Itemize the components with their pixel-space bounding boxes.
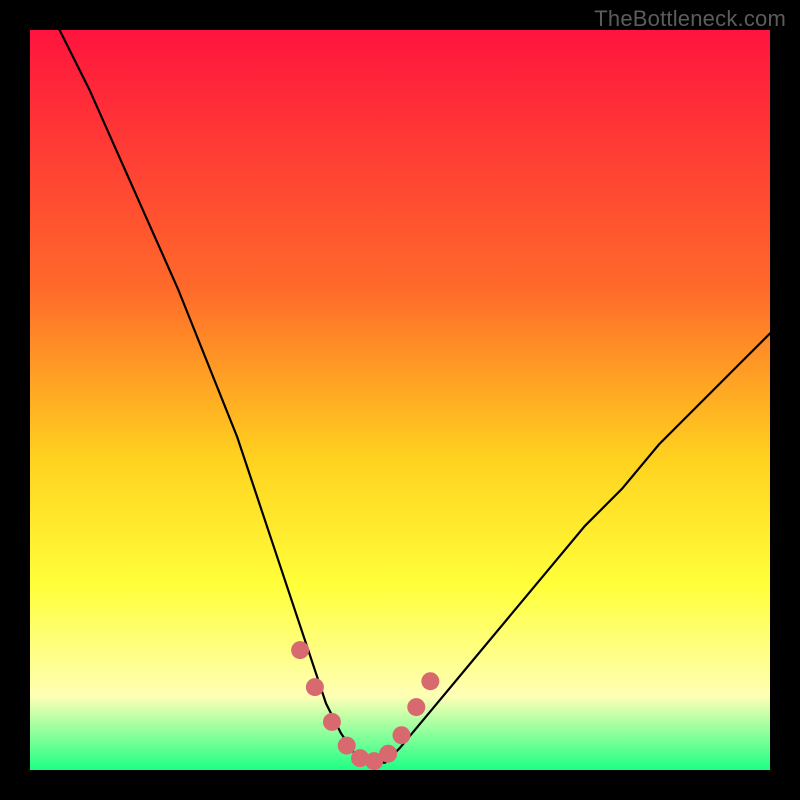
watermark-text: TheBottleneck.com <box>594 6 786 32</box>
plot-area <box>30 30 770 770</box>
highlight-dot <box>407 698 425 716</box>
chart-svg <box>30 30 770 770</box>
highlight-dot <box>392 726 410 744</box>
highlight-dot <box>323 713 341 731</box>
highlight-dot <box>291 641 309 659</box>
gradient-background <box>30 30 770 770</box>
highlight-dot <box>379 745 397 763</box>
highlight-dot <box>306 678 324 696</box>
highlight-dot <box>338 737 356 755</box>
chart-stage: TheBottleneck.com <box>0 0 800 800</box>
highlight-dot <box>421 672 439 690</box>
